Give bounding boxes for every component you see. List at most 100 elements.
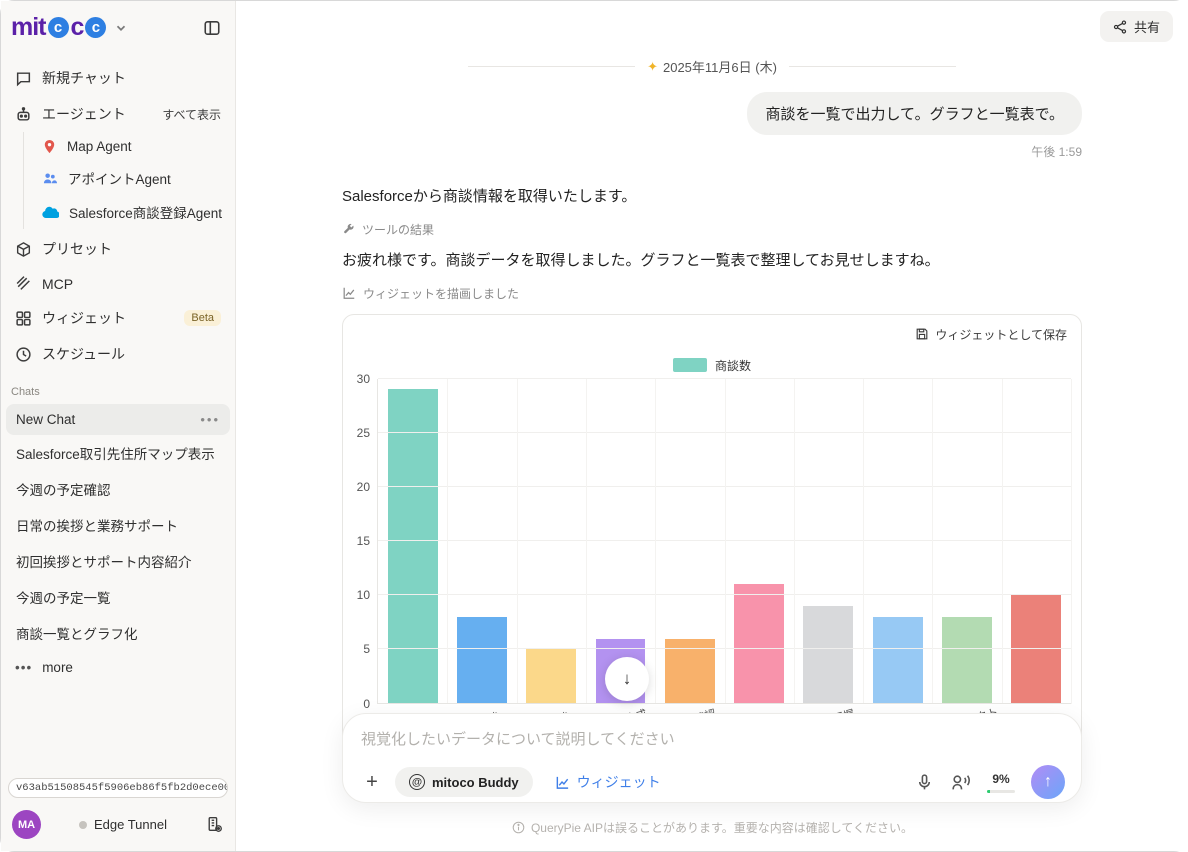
bar-chart: 051015202530 受注最終交渉価格交渉提案書の作成見積書の確認提案ニーズ…	[347, 379, 1071, 742]
avatar[interactable]: MA	[12, 810, 41, 839]
bar-受注	[388, 389, 438, 703]
info-icon	[512, 821, 525, 834]
more-chats-button[interactable]: ••• more	[1, 651, 235, 684]
nav-label: エージェント	[42, 104, 126, 124]
agents-sublist: Map Agent アポイントAgent Salesforce商談登録Agent	[23, 132, 235, 229]
tool-result-label: ツールの結果	[362, 221, 434, 238]
layers-icon	[15, 275, 32, 292]
usage-label: 9%	[992, 772, 1009, 786]
sidebar-item-schedule[interactable]: スケジュール	[1, 336, 235, 372]
agent-item[interactable]: アポイントAgent	[26, 161, 235, 195]
chat-list-item[interactable]: 初回挨拶とサポート内容紹介	[6, 543, 230, 579]
robot-icon	[15, 106, 32, 123]
user-message-bubble: 商談を一覧で出力して。グラフと一覧表で。	[747, 92, 1082, 135]
logo-text: mit	[11, 13, 46, 42]
tunnel-token-field[interactable]: v63ab51508545f5906eb86f5fb2d0ece00ac	[8, 778, 228, 798]
chat-list-item[interactable]: New Chat•••	[6, 404, 230, 435]
chart-plot-area	[377, 379, 1071, 704]
nav-label: MCP	[42, 276, 73, 292]
chart-legend: 商談数	[343, 357, 1081, 374]
sparkles-icon: ✦	[647, 59, 658, 75]
tool-result-row[interactable]: ツールの結果	[342, 221, 1082, 238]
assistant-message: Salesforceから商談情報を取得いたします。	[342, 186, 1082, 208]
chats-section-label: Chats	[1, 372, 235, 404]
edge-tunnel-status[interactable]: Edge Tunnel	[79, 817, 167, 832]
chat-list-item[interactable]: Salesforce取引先住所マップ表示	[6, 435, 230, 471]
beta-badge: Beta	[184, 310, 221, 326]
logo-o-icon: c	[48, 17, 69, 38]
chart-y-axis: 051015202530	[347, 379, 377, 704]
chat-column: ✦ 2025年11月6日 (木) 商談を一覧で出力して。グラフと一覧表で。 午後 …	[342, 1, 1082, 784]
sidebar: mitccc 新規チャット エージェント すべて表示 Map Agentアポイン…	[1, 1, 236, 851]
main-area: 共有 ✦ 2025年11月6日 (木) 商談を一覧で出力して。グラフと一覧表で。 …	[236, 1, 1188, 851]
cloud-icon	[42, 205, 59, 219]
more-label: more	[42, 660, 73, 675]
attach-button[interactable]: +	[361, 771, 383, 794]
bar-最終交渉	[457, 617, 507, 704]
chat-list-item[interactable]: 日常の挨拶と業務サポート	[6, 507, 230, 543]
widget-mode-button[interactable]: ウィジェット	[555, 772, 661, 792]
grid-icon	[15, 310, 32, 327]
chart-line-icon	[555, 775, 570, 790]
clock-icon	[15, 346, 32, 363]
chart-line-icon	[342, 286, 356, 300]
disclaimer: QueryPie AIPは誤ることがあります。重要な内容は確認してください。	[236, 819, 1188, 836]
save-widget-button[interactable]: ウィジェットとして保存	[915, 326, 1067, 343]
sidebar-item-new-chat[interactable]: 新規チャット	[1, 60, 235, 96]
agent-item[interactable]: Salesforce商談登録Agent	[26, 195, 235, 229]
nav-label: スケジュール	[42, 344, 125, 364]
chat-list-item[interactable]: 商談一覧とグラフ化	[6, 615, 230, 651]
nav-label: 新規チャット	[42, 68, 126, 88]
send-button[interactable]: ↑	[1031, 765, 1065, 799]
org-settings-icon[interactable]	[205, 815, 224, 834]
status-dot-icon	[79, 821, 87, 829]
widget-drawn-row[interactable]: ウィジェットを描画しました	[342, 285, 1082, 302]
at-icon: @	[409, 774, 425, 790]
legend-swatch	[673, 358, 707, 372]
composer: 視覚化したいデータについて説明してください + @ mitoco Buddy ウ…	[342, 713, 1082, 803]
widget-mode-label: ウィジェット	[577, 772, 661, 792]
share-button[interactable]: 共有	[1100, 11, 1173, 42]
scroll-to-bottom-button[interactable]: ↓	[605, 657, 649, 701]
sidebar-toggle-icon[interactable]	[203, 19, 221, 37]
agent-label: Salesforce商談登録Agent	[69, 202, 222, 222]
sidebar-nav: 新規チャット エージェント すべて表示 Map Agent アポイントAgent S…	[1, 52, 235, 372]
logo-o-icon: c	[85, 17, 106, 38]
tunnel-label: Edge Tunnel	[94, 817, 167, 832]
ellipsis-icon: •••	[15, 660, 32, 675]
bar-ニーズの把握	[803, 606, 853, 704]
agent-item[interactable]: Map Agent	[26, 132, 235, 161]
message-timestamp: 午後 1:59	[342, 143, 1082, 160]
users-icon	[42, 171, 58, 186]
widget-drawn-label: ウィジェットを描画しました	[363, 285, 519, 302]
chat-options-icon[interactable]: •••	[200, 412, 220, 427]
share-label: 共有	[1134, 17, 1160, 36]
voice-mode-icon[interactable]	[950, 773, 971, 792]
save-icon	[915, 327, 929, 341]
sidebar-item-mcp[interactable]: MCP	[1, 267, 235, 300]
show-all-link[interactable]: すべて表示	[162, 106, 221, 123]
microphone-icon[interactable]	[915, 773, 934, 792]
nav-label: ウィジェット	[42, 308, 126, 328]
bar-評価	[873, 617, 923, 704]
sidebar-header: mitccc	[1, 1, 235, 52]
assistant-message: お疲れ様です。商談データを取得しました。グラフと一覧表で整理してお見せしますね。	[342, 250, 1082, 272]
bar-提案	[734, 584, 784, 703]
cube-icon	[15, 241, 32, 258]
pin-icon	[42, 139, 57, 154]
chat-list-item[interactable]: 今週の予定一覧	[6, 579, 230, 615]
app-logo[interactable]: mitccc	[11, 13, 128, 42]
chevron-down-icon[interactable]	[114, 21, 128, 35]
sidebar-item-agents[interactable]: エージェント すべて表示	[1, 96, 235, 132]
wrench-icon	[342, 223, 355, 236]
sidebar-item-widget[interactable]: ウィジェット Beta	[1, 300, 235, 336]
bar-価格交渉	[526, 649, 576, 703]
date-label: 2025年11月6日 (木)	[663, 57, 777, 76]
chat-list-item[interactable]: 今週の予定確認	[6, 471, 230, 507]
logo-c: c	[71, 13, 84, 42]
sidebar-item-preset[interactable]: プリセット	[1, 231, 235, 267]
composer-input[interactable]: 視覚化したいデータについて説明してください	[361, 728, 1065, 749]
chat-list: New Chat•••Salesforce取引先住所マップ表示今週の予定確認日常…	[1, 404, 235, 651]
agent-label: アポイントAgent	[68, 168, 171, 188]
mention-pill[interactable]: @ mitoco Buddy	[395, 767, 533, 797]
